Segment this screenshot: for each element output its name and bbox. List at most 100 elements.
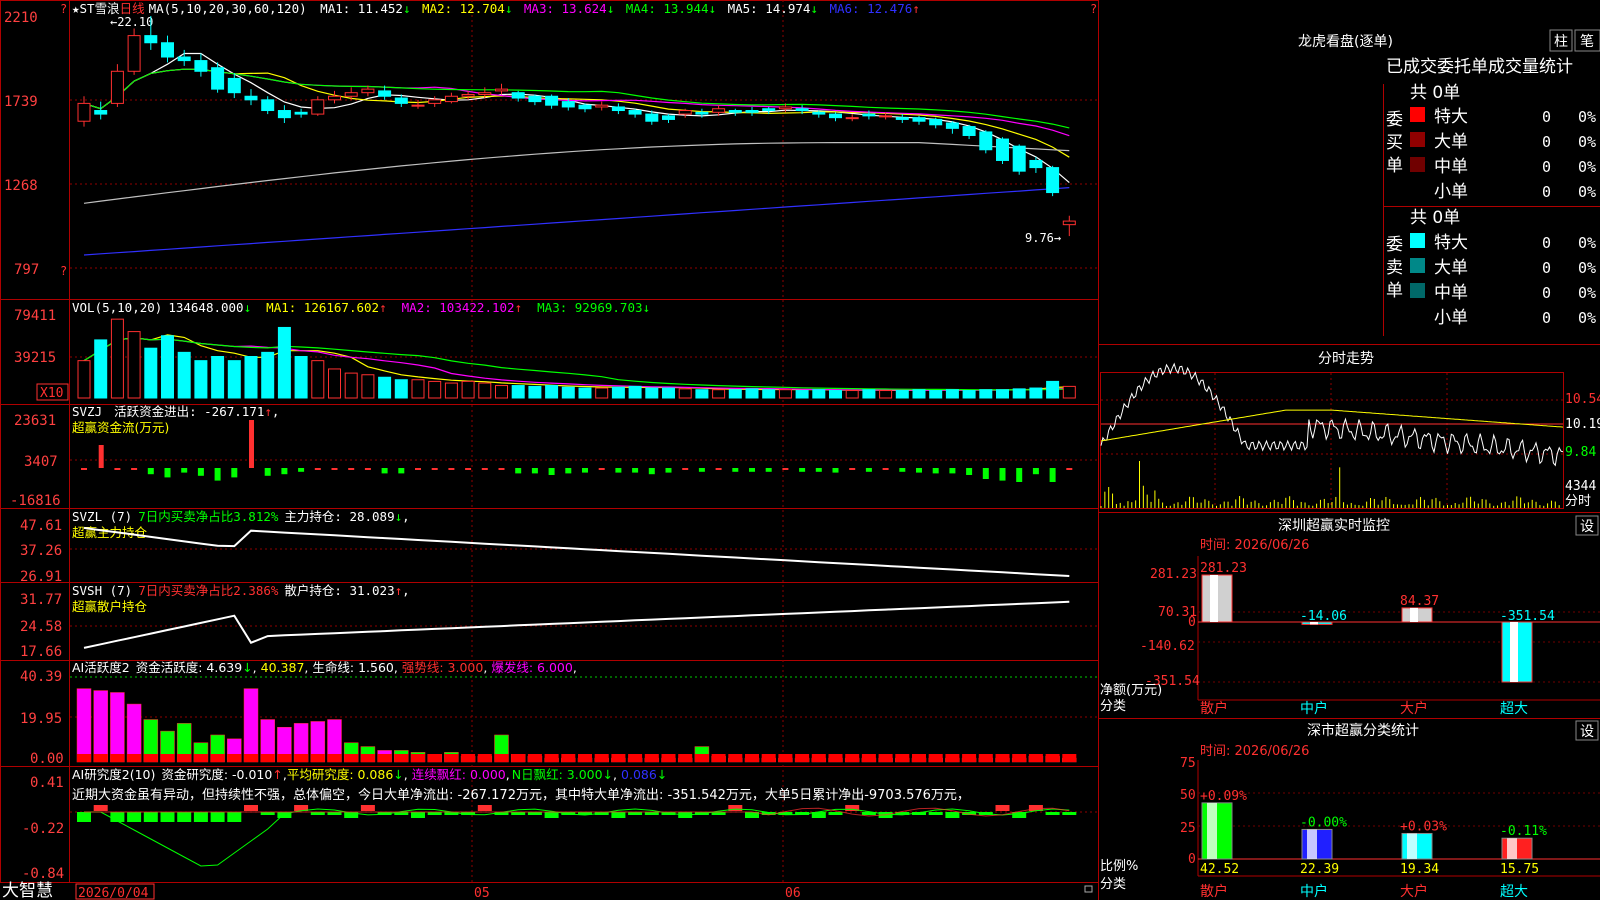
volume-bar: [695, 389, 709, 399]
svg-text:0%: 0%: [1578, 234, 1596, 252]
candle-body: [1012, 145, 1026, 172]
background: [0, 0, 1600, 900]
activity-base: [127, 754, 142, 762]
research-bar: [945, 812, 960, 818]
color-swatch: [1410, 107, 1425, 122]
research-bar: [1045, 812, 1060, 815]
flow-bar: [331, 468, 338, 470]
down-arrow-icon: ↓: [709, 1, 717, 16]
volume-bar: [110, 318, 124, 399]
activity-base: [845, 754, 860, 762]
flow-bar: [932, 468, 939, 474]
activity-base: [260, 754, 275, 762]
flow-bar: [815, 468, 822, 472]
activity-base: [745, 754, 759, 762]
svg-text:小单: 小单: [1434, 308, 1468, 328]
y-tick: 0.00: [30, 751, 64, 767]
candle-body: [578, 104, 592, 110]
candle-body: [662, 115, 675, 120]
activity-base: [945, 754, 960, 762]
svsh-subtitle: 超赢散户持仓: [72, 599, 148, 614]
unit-label: X10: [40, 386, 63, 401]
volume-bar: [611, 386, 625, 399]
flow-bar: [765, 468, 772, 472]
svg-text:0: 0: [1542, 309, 1551, 327]
info-icon[interactable]: ?: [60, 2, 67, 16]
research-bar: [143, 812, 158, 822]
activity-base: [360, 754, 375, 762]
candle-body: [194, 60, 208, 72]
activity-base: [110, 754, 125, 762]
color-swatch: [1410, 258, 1425, 273]
candle-body: [795, 108, 809, 112]
activity-base: [177, 754, 192, 762]
activity-base: [912, 754, 926, 762]
ma4-value: MA4: 13.944: [626, 1, 709, 16]
svzl-subtitle: 超赢主力持仓: [72, 525, 148, 540]
activity-base: [77, 754, 91, 762]
svg-text:0: 0: [1542, 234, 1551, 252]
flow-bar: [264, 468, 271, 476]
volume-bar: [762, 389, 776, 399]
activity-base: [227, 754, 242, 762]
candle-body: [294, 111, 308, 115]
category-tick: 大户: [1400, 883, 1428, 900]
flow-bar: [682, 468, 689, 470]
candle-body: [211, 67, 225, 90]
candle-body: [895, 117, 909, 120]
candle-body: [77, 102, 91, 122]
price-header: ★ST雪浪日线 MA(5,10,20,30,60,120) MA1: 11.452…: [72, 1, 920, 16]
candle-body: [628, 110, 642, 115]
candle-body: [428, 99, 442, 104]
candle-body: [277, 110, 291, 119]
stock-chart-window[interactable]: 2210 1739 1268 797 ? ? ? ★ST雪浪日线 MA(5,10,…: [0, 0, 1600, 900]
activity-base: [561, 754, 576, 762]
activity-base: [427, 754, 442, 762]
high-marker: ←22.10: [110, 15, 153, 29]
stock-name: ★ST雪浪: [72, 1, 120, 16]
flow-bar: [98, 445, 104, 468]
activity-base: [160, 754, 175, 762]
candle-body: [311, 99, 325, 115]
volume-bar: [411, 379, 425, 399]
info-icon[interactable]: ?: [1090, 2, 1097, 16]
candle-body: [595, 104, 609, 108]
flow-bar: [1049, 468, 1056, 482]
buy-side-label: 委买单: [1386, 110, 1403, 176]
volume-bar: [996, 389, 1009, 399]
ma3-value: MA3: 13.624: [524, 1, 607, 16]
activity-bar: [126, 703, 142, 763]
activity-base: [511, 754, 526, 762]
flow-bar: [715, 468, 722, 470]
volume-header: VOL(5,10,20) 134648.000↓, MA1: 126167.602…: [72, 300, 650, 315]
candle-body: [912, 117, 926, 122]
category-tick: 散户: [1200, 883, 1228, 900]
flow-bar: [114, 468, 121, 470]
category-tick: 中户: [1300, 883, 1328, 900]
axis-label: 净额(万元): [1100, 683, 1162, 698]
research-bar: [611, 812, 626, 818]
volume-bar: [945, 389, 959, 399]
stats-header: 已成交委托单成交量统计: [1386, 57, 1573, 77]
volume-bar: [495, 385, 508, 399]
volume-bar: [745, 388, 759, 399]
info-icon[interactable]: ?: [60, 264, 67, 278]
activity-base: [93, 754, 108, 762]
candle-body: [879, 115, 893, 118]
volume-bar: [912, 389, 926, 399]
activity-base: [461, 754, 476, 762]
flow-bar: [1016, 468, 1023, 482]
flow-bar: [548, 468, 555, 475]
price-tick: 10.19: [1565, 417, 1600, 432]
low-marker: 9.76→: [1025, 231, 1061, 245]
monitor-time: 时间: 2026/06/26: [1200, 538, 1309, 553]
research-bar: [995, 805, 1010, 811]
candle-body: [678, 110, 692, 115]
color-swatch: [1410, 283, 1425, 298]
flow-bar: [982, 468, 989, 479]
activity-base: [294, 754, 309, 762]
volume-bar: [929, 390, 943, 399]
volume-bar: [795, 390, 809, 399]
activity-base: [143, 754, 158, 762]
bar-highlight: [1507, 838, 1517, 859]
